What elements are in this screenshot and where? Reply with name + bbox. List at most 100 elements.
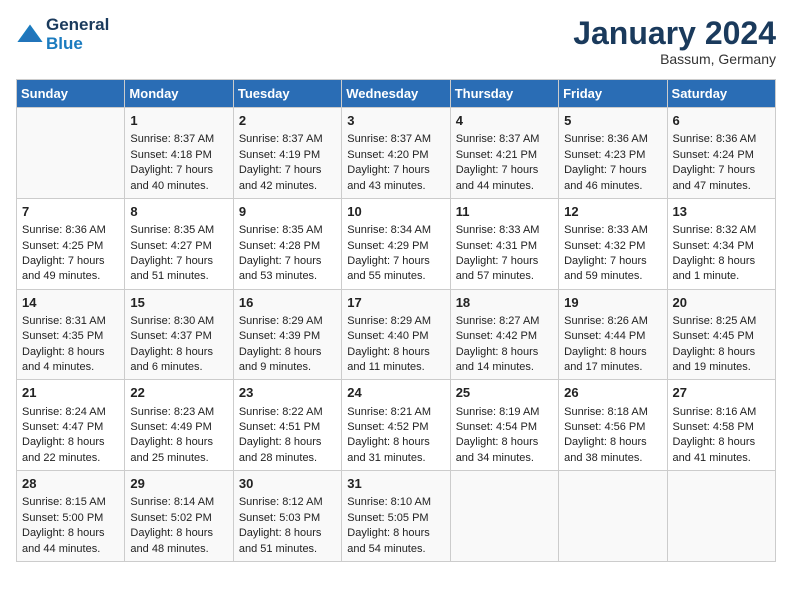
daylight-text: Daylight: 8 hours and 6 minutes.: [130, 345, 227, 376]
day-number: 8: [130, 203, 227, 221]
sunset-text: Sunset: 4:18 PM: [130, 148, 227, 163]
sunset-text: Sunset: 4:21 PM: [456, 148, 553, 163]
sunset-text: Sunset: 4:56 PM: [564, 420, 661, 435]
sunset-text: Sunset: 4:54 PM: [456, 420, 553, 435]
day-number: 2: [239, 112, 336, 130]
sunrise-text: Sunrise: 8:15 AM: [22, 495, 119, 510]
day-number: 11: [456, 203, 553, 221]
calendar-cell: [17, 108, 125, 199]
sunrise-text: Sunrise: 8:22 AM: [239, 405, 336, 420]
day-number: 21: [22, 384, 119, 402]
calendar-cell: 1Sunrise: 8:37 AMSunset: 4:18 PMDaylight…: [125, 108, 233, 199]
sunset-text: Sunset: 4:35 PM: [22, 329, 119, 344]
day-number: 28: [22, 475, 119, 493]
sunset-text: Sunset: 4:40 PM: [347, 329, 444, 344]
sunrise-text: Sunrise: 8:36 AM: [673, 132, 770, 147]
daylight-text: Daylight: 8 hours and 19 minutes.: [673, 345, 770, 376]
daylight-text: Daylight: 8 hours and 38 minutes.: [564, 435, 661, 466]
day-number: 29: [130, 475, 227, 493]
sunrise-text: Sunrise: 8:37 AM: [456, 132, 553, 147]
sunrise-text: Sunrise: 8:34 AM: [347, 223, 444, 238]
calendar-cell: 7Sunrise: 8:36 AMSunset: 4:25 PMDaylight…: [17, 198, 125, 289]
calendar-cell: 24Sunrise: 8:21 AMSunset: 4:52 PMDayligh…: [342, 380, 450, 471]
daylight-text: Daylight: 8 hours and 41 minutes.: [673, 435, 770, 466]
day-number: 24: [347, 384, 444, 402]
sunset-text: Sunset: 4:42 PM: [456, 329, 553, 344]
calendar-cell: 20 Sunrise: 8:25 AMSunset: 4:45 PMDayligh…: [667, 289, 775, 380]
page-header: General Blue January 2024 Bassum, German…: [16, 16, 776, 67]
sunrise-text: Sunrise: 8:37 AM: [239, 132, 336, 147]
calendar-cell: 13Sunrise: 8:32 AMSunset: 4:34 PMDayligh…: [667, 198, 775, 289]
sunset-text: Sunset: 4:27 PM: [130, 239, 227, 254]
weekday-header-thursday: Thursday: [450, 80, 558, 108]
calendar-cell: 16Sunrise: 8:29 AMSunset: 4:39 PMDayligh…: [233, 289, 341, 380]
sunrise-text: Sunrise: 8:21 AM: [347, 405, 444, 420]
calendar-cell: 25Sunrise: 8:19 AMSunset: 4:54 PMDayligh…: [450, 380, 558, 471]
calendar-cell: 15Sunrise: 8:30 AMSunset: 4:37 PMDayligh…: [125, 289, 233, 380]
daylight-text: Daylight: 7 hours and 47 minutes.: [673, 163, 770, 194]
calendar-cell: 27Sunrise: 8:16 AMSunset: 4:58 PMDayligh…: [667, 380, 775, 471]
day-number: 10: [347, 203, 444, 221]
daylight-text: Daylight: 7 hours and 43 minutes.: [347, 163, 444, 194]
calendar-cell: 26Sunrise: 8:18 AMSunset: 4:56 PMDayligh…: [559, 380, 667, 471]
day-number: 16: [239, 294, 336, 312]
day-number: 1: [130, 112, 227, 130]
sunset-text: Sunset: 4:52 PM: [347, 420, 444, 435]
calendar-body: 1 Sunrise: 8:37 AM Sunset: 4:18 PM Daylight…: [17, 108, 776, 562]
calendar-cell: 6Sunrise: 8:36 AMSunset: 4:24 PMDaylight…: [667, 108, 775, 199]
location-subtitle: Bassum, Germany: [573, 51, 776, 67]
sunrise-text: Sunrise: 8:26 AM: [564, 314, 661, 329]
sunrise-text: Sunrise: 8:36 AM: [564, 132, 661, 147]
sunrise-text: Sunrise: 8:35 AM: [239, 223, 336, 238]
sunrise-text: Sunrise: 8:29 AM: [239, 314, 336, 329]
calendar-cell: 9Sunrise: 8:35 AMSunset: 4:28 PMDaylight…: [233, 198, 341, 289]
sunrise-text: Sunrise: 8:35 AM: [130, 223, 227, 238]
calendar-cell: 17Sunrise: 8:29 AMSunset: 4:40 PMDayligh…: [342, 289, 450, 380]
daylight-text: Daylight: 7 hours and 55 minutes.: [347, 254, 444, 285]
daylight-text: Daylight: 8 hours and 54 minutes.: [347, 526, 444, 557]
sunrise-text: Sunrise: 8:23 AM: [130, 405, 227, 420]
weekday-header-sunday: Sunday: [17, 80, 125, 108]
sunrise-text: Sunrise: 8:33 AM: [456, 223, 553, 238]
sunset-text: Sunset: 4:58 PM: [673, 420, 770, 435]
sunrise-text: Sunrise: 8:12 AM: [239, 495, 336, 510]
day-number: 17: [347, 294, 444, 312]
day-number: 9: [239, 203, 336, 221]
calendar-cell: 31Sunrise: 8:10 AMSunset: 5:05 PMDayligh…: [342, 471, 450, 562]
sunrise-text: Sunrise: 8:32 AM: [673, 223, 770, 238]
daylight-text: Daylight: 8 hours and 22 minutes.: [22, 435, 119, 466]
weekday-header-wednesday: Wednesday: [342, 80, 450, 108]
sunset-text: Sunset: 5:00 PM: [22, 511, 119, 526]
calendar-cell: 4Sunrise: 8:37 AMSunset: 4:21 PMDaylight…: [450, 108, 558, 199]
calendar-week-1: 1 Sunrise: 8:37 AM Sunset: 4:18 PM Daylight…: [17, 108, 776, 199]
calendar-cell: [450, 471, 558, 562]
day-number: 5: [564, 112, 661, 130]
daylight-text: Daylight: 7 hours and 49 minutes.: [22, 254, 119, 285]
sunrise-text: Sunrise: 8:25 AM: [673, 314, 770, 329]
calendar-cell: 23Sunrise: 8:22 AMSunset: 4:51 PMDayligh…: [233, 380, 341, 471]
daylight-text: Daylight: 8 hours and 28 minutes.: [239, 435, 336, 466]
day-number: 27: [673, 384, 770, 402]
daylight-text: Daylight: 8 hours and 34 minutes.: [456, 435, 553, 466]
calendar-cell: 3Sunrise: 8:37 AMSunset: 4:20 PMDaylight…: [342, 108, 450, 199]
sunset-text: Sunset: 4:19 PM: [239, 148, 336, 163]
calendar-cell: 8Sunrise: 8:35 AMSunset: 4:27 PMDaylight…: [125, 198, 233, 289]
daylight-text: Daylight: 8 hours and 17 minutes.: [564, 345, 661, 376]
day-number: 25: [456, 384, 553, 402]
calendar-cell: 5Sunrise: 8:36 AMSunset: 4:23 PMDaylight…: [559, 108, 667, 199]
daylight-text: Daylight: 8 hours and 48 minutes.: [130, 526, 227, 557]
calendar-week-5: 28 Sunrise: 8:15 AMSunset: 5:00 PM Dayligh…: [17, 471, 776, 562]
calendar-week-3: 14Sunrise: 8:31 AMSunset: 4:35 PMDayligh…: [17, 289, 776, 380]
daylight-text: Daylight: 8 hours and 1 minute.: [673, 254, 770, 285]
calendar-cell: 11Sunrise: 8:33 AMSunset: 4:31 PMDayligh…: [450, 198, 558, 289]
sunset-text: Sunset: 4:45 PM: [673, 329, 770, 344]
day-number: 20: [673, 294, 770, 312]
day-number: 30: [239, 475, 336, 493]
sunset-text: Sunset: 4:29 PM: [347, 239, 444, 254]
calendar-cell: [559, 471, 667, 562]
day-number: 18: [456, 294, 553, 312]
logo-icon: [16, 21, 44, 49]
weekday-header-friday: Friday: [559, 80, 667, 108]
calendar-cell: 22Sunrise: 8:23 AMSunset: 4:49 PMDayligh…: [125, 380, 233, 471]
sunrise-text: Sunrise: 8:27 AM: [456, 314, 553, 329]
